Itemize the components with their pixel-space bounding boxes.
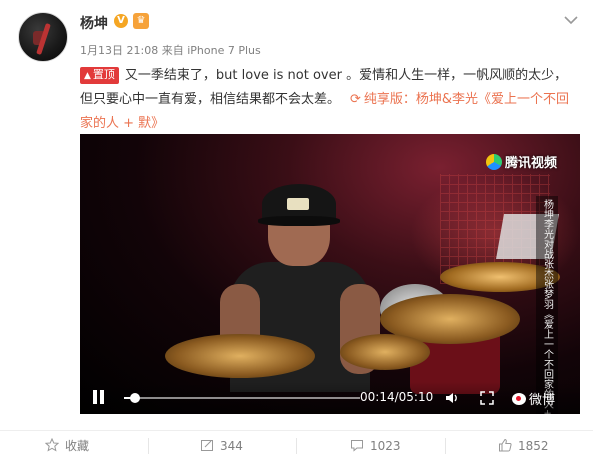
repost-button[interactable]: 344 [200, 431, 243, 460]
pinned-label: 置顶 [92, 68, 115, 81]
pinned-badge: ▲ 置顶 [80, 67, 119, 84]
star-icon [45, 438, 59, 452]
source: iPhone 7 Plus [187, 44, 261, 57]
divider [296, 438, 297, 454]
repost-count: 344 [220, 439, 243, 453]
weibo-brand: 微博 [512, 389, 555, 408]
video-link-icon: ⟳ [350, 92, 361, 107]
comment-icon [351, 440, 363, 452]
username[interactable]: 杨坤 [80, 13, 108, 33]
crown-icon[interactable]: ♛ [133, 13, 149, 29]
verified-badge: V [114, 14, 128, 28]
avatar[interactable] [18, 12, 68, 62]
timestamp[interactable]: 1月13日 21:08 [80, 44, 158, 57]
time-display: 00:14/05:10 [360, 390, 434, 404]
tencent-video-icon [486, 154, 502, 170]
fullscreen-icon[interactable] [480, 391, 494, 405]
post-meta: 1月13日 21:08 来自 iPhone 7 Plus [80, 42, 261, 58]
post-text: ▲ 置顶 又一季结束了，but love is not over 。爱情和人生一样，… [80, 64, 580, 136]
video-player[interactable]: 腾讯视频 杨坤李光对战张杰张梦羽《爱上一个不回家的人+默》 00:14/05:1… [80, 134, 580, 414]
pause-icon[interactable] [90, 388, 108, 408]
video-controls: 00:14/05:10 微博 [80, 382, 580, 414]
progress-knob[interactable] [129, 393, 140, 403]
comment-count: 1023 [370, 439, 401, 453]
watermark-text: 腾讯视频 [505, 156, 558, 171]
volume-icon[interactable] [445, 391, 459, 405]
favorite-label: 收藏 [65, 439, 90, 453]
weibo-brand-text: 微博 [529, 393, 556, 408]
divider [148, 438, 149, 454]
action-bar: 收藏 344 1023 1852 [0, 430, 593, 460]
comment-button[interactable]: 1023 [350, 431, 401, 460]
repost-icon [201, 440, 213, 451]
tencent-video-watermark: 腾讯视频 [486, 152, 557, 171]
thumbs-up-icon [499, 438, 512, 452]
like-button[interactable]: 1852 [498, 431, 549, 460]
video-frame [80, 134, 580, 414]
source-prefix: 来自 [161, 44, 184, 57]
chevron-down-icon[interactable] [563, 14, 579, 26]
weibo-logo-icon [512, 393, 526, 405]
favorite-button[interactable]: 收藏 [45, 431, 89, 460]
pin-icon: ▲ [84, 71, 91, 81]
like-count: 1852 [518, 439, 549, 453]
divider [445, 438, 446, 454]
progress-bar[interactable] [124, 393, 360, 403]
weibo-post: 杨坤 V ♛ 1月13日 21:08 来自 iPhone 7 Plus ▲ 置顶又… [0, 0, 593, 460]
